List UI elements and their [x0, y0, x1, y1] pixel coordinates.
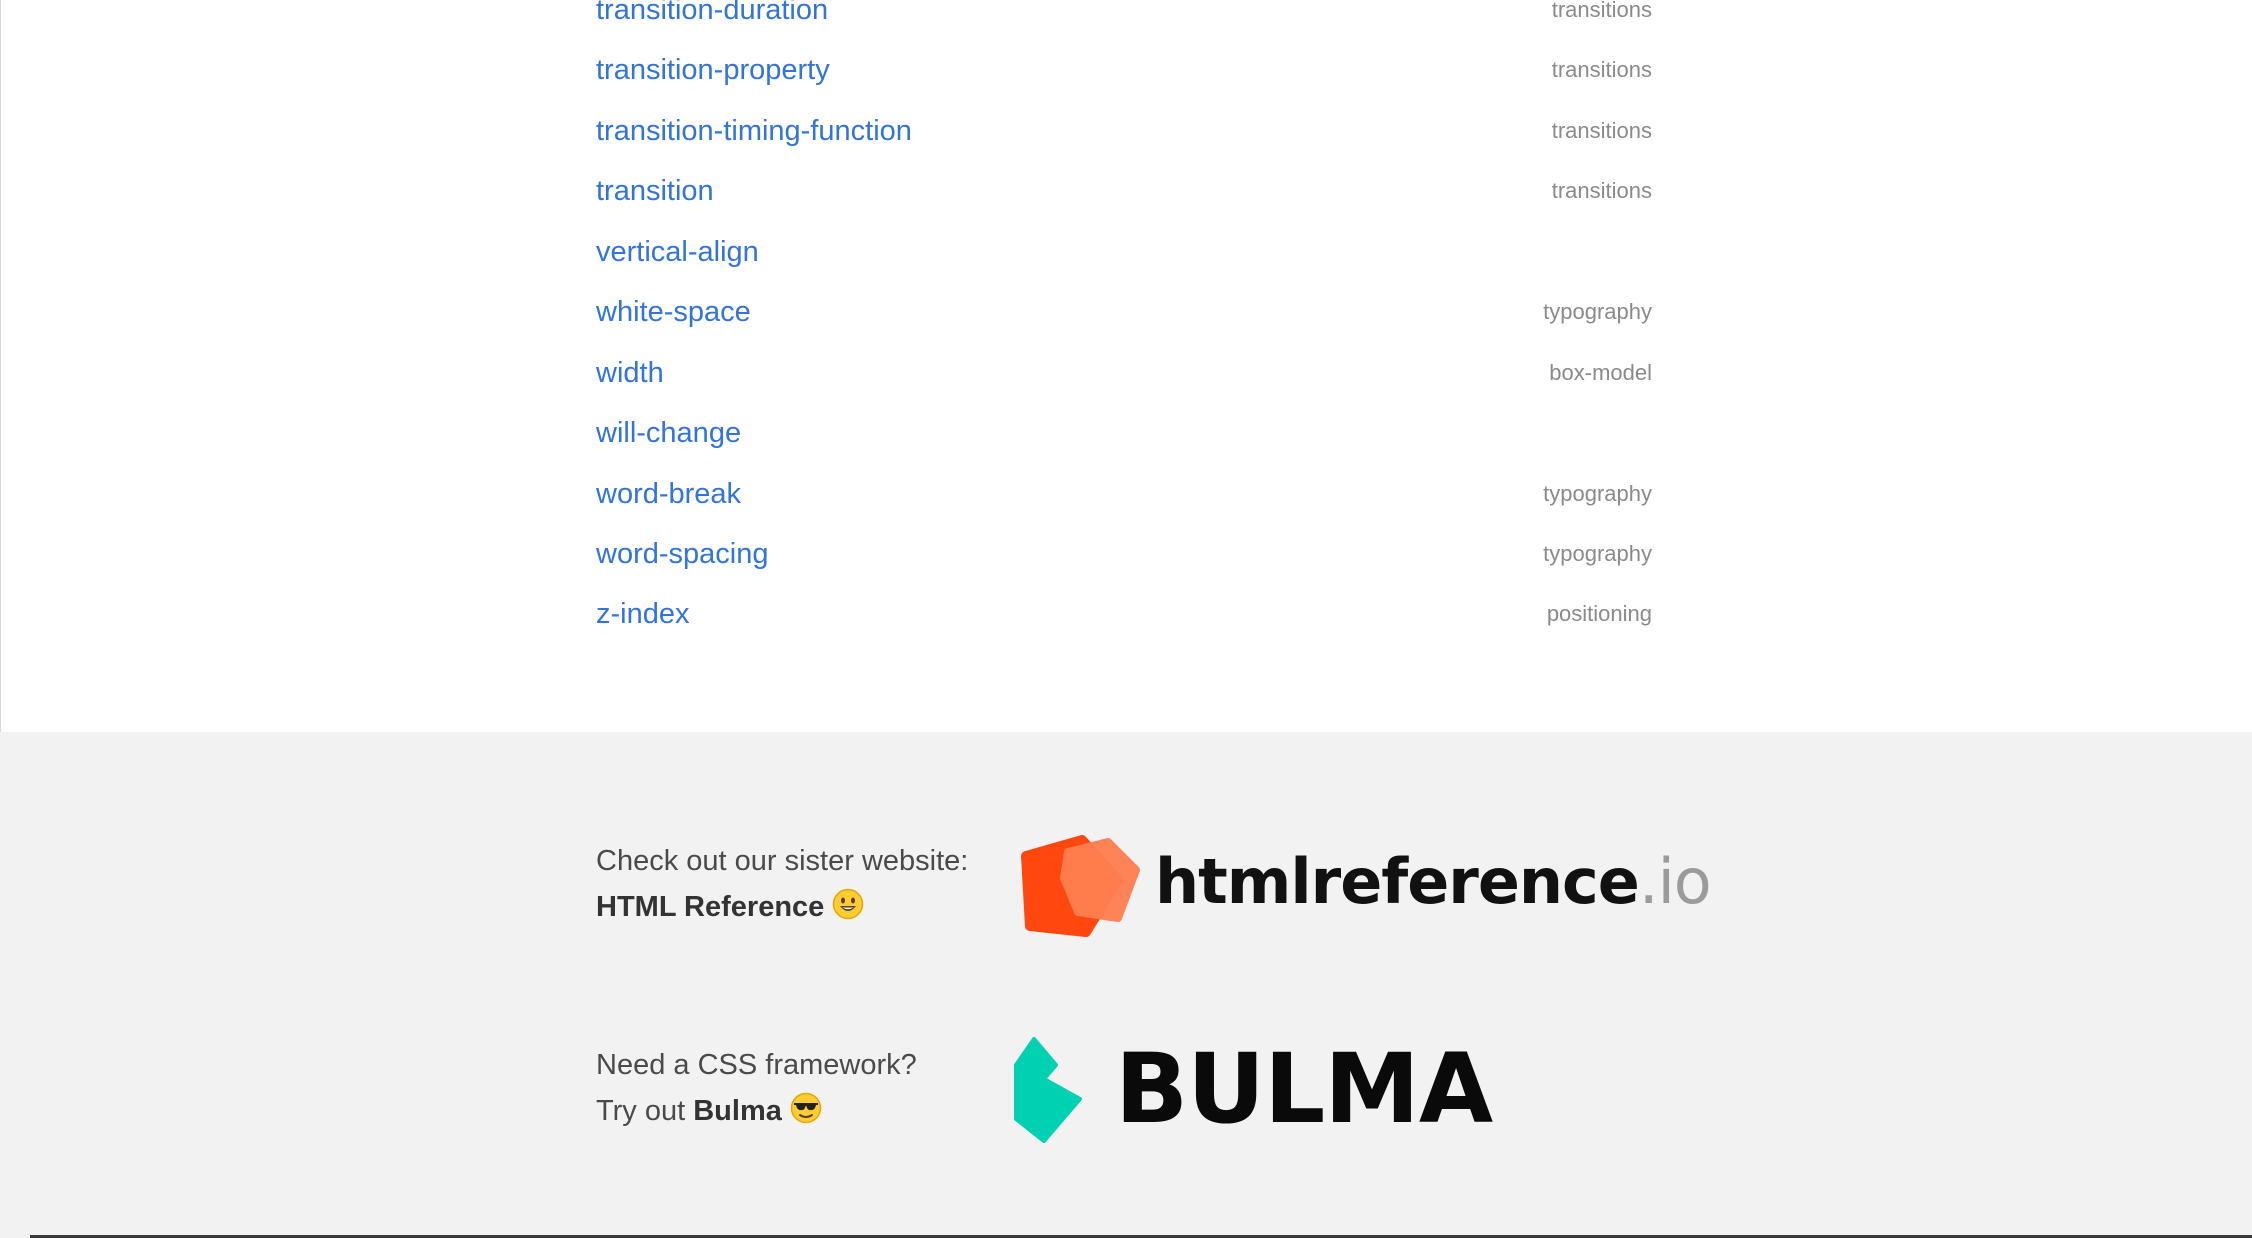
property-link[interactable]: vertical-align [596, 222, 759, 282]
bulma-logo[interactable]: BULMA [1012, 1037, 1493, 1145]
sister-site-text: Check out our sister website: HTML Refer… [596, 838, 968, 934]
list-item: white-space typography [596, 282, 1652, 342]
list-item: word-spacing typography [596, 524, 1652, 584]
list-item: width box-model [596, 343, 1652, 403]
category-label: typography [1543, 299, 1652, 324]
sunglasses-emoji-icon [790, 1092, 822, 1138]
sister-site-intro: Check out our sister website: [596, 845, 969, 877]
property-link[interactable]: word-spacing [596, 524, 768, 584]
property-link[interactable]: width [596, 343, 664, 403]
category-label: transitions [1551, 178, 1652, 203]
list-item: transition transitions [596, 161, 1652, 221]
property-link[interactable]: transition-timing-function [596, 101, 912, 161]
list-item: transition-timing-function transitions [596, 101, 1652, 161]
footer: Check out our sister website: HTML Refer… [0, 732, 2252, 1238]
bulma-wordmark: BULMA [1115, 1033, 1493, 1145]
smiley-emoji-icon [832, 888, 864, 934]
list-item: word-break typography [596, 464, 1652, 524]
property-link[interactable]: word-break [596, 464, 741, 524]
category-label: transitions [1551, 57, 1652, 82]
htmlreference-wordmark: htmlreference.io [1155, 845, 1712, 918]
category-label: positioning [1546, 601, 1652, 626]
list-item: vertical-align [596, 222, 1652, 282]
htmlreference-mark-icon [1021, 835, 1140, 937]
property-link[interactable]: white-space [596, 282, 751, 342]
bulma-try-text: Try out [596, 1095, 686, 1127]
list-item: will-change [596, 403, 1652, 463]
property-link[interactable]: transition [596, 161, 714, 221]
html-reference-link[interactable]: HTML Reference [596, 891, 824, 923]
list-item: transition-duration transitions [596, 0, 1652, 40]
htmlreference-logo[interactable]: htmlreference.io [1020, 832, 1712, 940]
category-label: transitions [1551, 0, 1652, 22]
category-label: typography [1543, 541, 1652, 566]
property-link[interactable]: transition-property [596, 40, 830, 100]
category-label: box-model [1549, 360, 1652, 385]
list-item: transition-property transitions [596, 40, 1652, 100]
bulma-mark-icon [1014, 1037, 1082, 1143]
category-label: typography [1543, 481, 1652, 506]
list-item: z-index positioning [596, 584, 1652, 644]
property-link[interactable]: z-index [596, 584, 690, 644]
bulma-intro: Need a CSS framework? [596, 1049, 917, 1081]
bulma-link[interactable]: Bulma [693, 1095, 782, 1127]
category-label: transitions [1551, 118, 1652, 143]
bulma-text: Need a CSS framework? Try out Bulma [596, 1042, 917, 1138]
property-link[interactable]: transition-duration [596, 0, 828, 40]
property-link[interactable]: will-change [596, 403, 741, 463]
